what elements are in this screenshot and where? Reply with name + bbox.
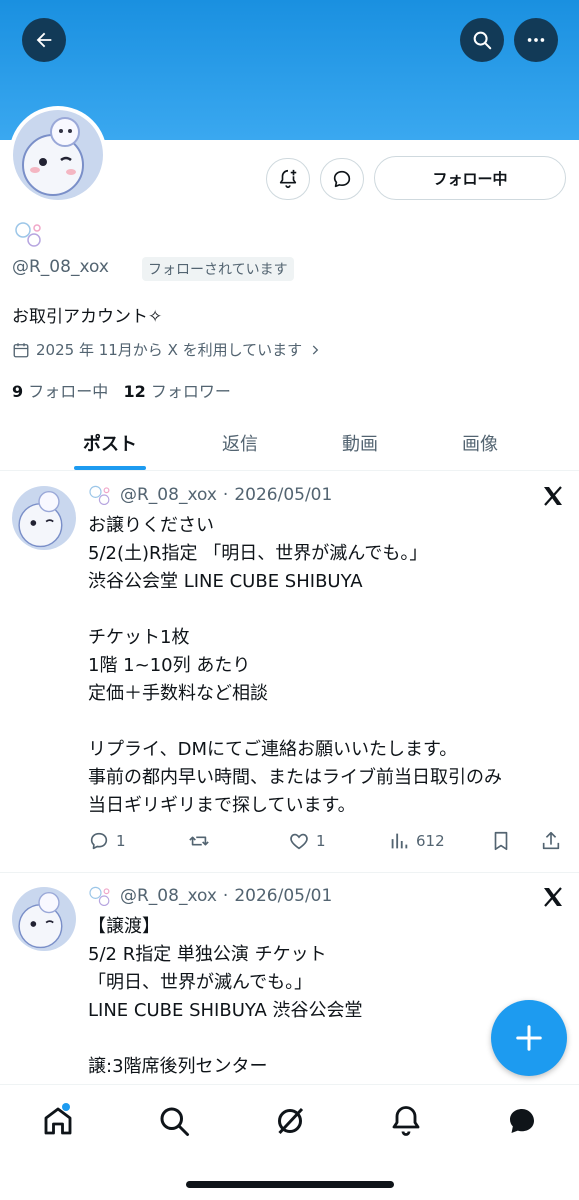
post-handle[interactable]: @R_08_xox: [120, 485, 217, 505]
home-notification-dot: [62, 1103, 70, 1111]
profile-avatar[interactable]: [9, 106, 107, 204]
post-avatar[interactable]: [12, 486, 76, 550]
search-icon: [473, 31, 492, 50]
post-actions: 1 1 612: [88, 830, 564, 854]
calendar-icon: [13, 342, 29, 357]
notify-button[interactable]: [266, 158, 310, 200]
joined-text: 2025 年 11月から X を利用しています: [36, 341, 303, 359]
like-button[interactable]: 1: [288, 830, 326, 852]
following-count: 9: [12, 382, 24, 401]
post-avatar[interactable]: [12, 887, 76, 951]
followers-link[interactable]: 12 フォロワー: [124, 382, 231, 401]
x-logo-icon: [544, 486, 562, 506]
bookmark-button[interactable]: [490, 830, 512, 852]
view-count: 612: [416, 832, 445, 850]
home-indicator: [186, 1181, 394, 1188]
bubbles-icon: [89, 886, 110, 907]
compose-button[interactable]: [491, 1000, 567, 1076]
like-count: 1: [316, 832, 326, 850]
bubbles-icon: [14, 220, 46, 252]
post-header: @R_08_xox · 2026/05/01: [88, 885, 332, 907]
share-button[interactable]: [540, 830, 562, 852]
tab-posts[interactable]: ポスト: [60, 415, 160, 471]
messages-icon[interactable]: [504, 1103, 540, 1139]
back-button[interactable]: [22, 18, 66, 62]
avatar-image: [12, 486, 76, 550]
repost-icon: [189, 836, 209, 846]
followers-count: 12: [123, 382, 146, 401]
chevron-right-icon: [312, 344, 319, 355]
followers-label: フォロワー: [150, 382, 231, 401]
post-item[interactable]: @R_08_xox · 2026/05/01 【譲渡】 5/2 R指定 単独公演 チ…: [0, 873, 579, 1105]
grok-icon[interactable]: [272, 1103, 308, 1139]
notifications-icon[interactable]: [388, 1103, 424, 1139]
more-button[interactable]: [514, 18, 558, 62]
avatar-image: [13, 110, 103, 200]
post-item[interactable]: @R_08_xox · 2026/05/01 お譲りください 5/2(土)R指定 「…: [0, 472, 579, 872]
tab-videos[interactable]: 動画: [310, 415, 410, 471]
bell-plus-icon: [279, 169, 297, 189]
share-icon: [542, 831, 560, 850]
chat-bubble-icon: [333, 170, 351, 188]
search-button[interactable]: [460, 18, 504, 62]
post-header: @R_08_xox · 2026/05/01: [88, 484, 332, 506]
tab-replies[interactable]: 返信: [190, 415, 290, 471]
following-label: フォロー中: [28, 382, 109, 401]
bubbles-icon: [89, 485, 110, 506]
arrow-left-icon: [36, 32, 52, 48]
post-text: 【譲渡】 5/2 R指定 単独公演 チケット 「明日、世界が滅んでも。」 LIN…: [88, 916, 363, 1105]
profile-tabs: ポスト 返信 動画 画像: [0, 415, 579, 471]
message-button[interactable]: [320, 158, 364, 200]
repost-button[interactable]: [188, 830, 216, 852]
profile-handle: @R_08_xox: [12, 257, 109, 277]
avatar-image: [12, 887, 76, 951]
post-text: お譲りください 5/2(土)R指定 「明日、世界が滅んでも。」 渋谷公会堂 LI…: [88, 515, 502, 816]
home-icon[interactable]: [40, 1103, 76, 1139]
tab-images[interactable]: 画像: [430, 415, 530, 471]
reply-icon: [90, 832, 108, 850]
follow-counts: 9 フォロー中 12 フォロワー: [12, 378, 231, 402]
more-horizontal-icon: [527, 38, 545, 42]
profile-bio: お取引アカウント✧: [12, 307, 163, 327]
post-separator: ·: [222, 886, 229, 906]
following-link[interactable]: 9 フォロー中: [12, 382, 108, 401]
joined-date-link[interactable]: 2025 年 11月から X を利用しています: [12, 339, 322, 360]
post-date[interactable]: 2026/05/01: [234, 485, 332, 505]
post-handle[interactable]: @R_08_xox: [120, 886, 217, 906]
views-button[interactable]: 612: [388, 830, 445, 852]
bookmark-icon: [494, 831, 508, 851]
search-icon[interactable]: [156, 1103, 192, 1139]
post-separator: ·: [222, 485, 229, 505]
bar-chart-icon: [391, 833, 408, 849]
follows-you-badge: フォローされています: [142, 257, 294, 281]
x-logo-icon: [544, 887, 562, 907]
reply-count: 1: [116, 832, 126, 850]
post-date[interactable]: 2026/05/01: [234, 886, 332, 906]
heart-icon: [290, 833, 308, 850]
reply-button[interactable]: 1: [88, 830, 126, 852]
following-button[interactable]: フォロー中: [374, 156, 566, 200]
active-tab-indicator: [74, 466, 146, 470]
plus-icon: [516, 1025, 542, 1051]
